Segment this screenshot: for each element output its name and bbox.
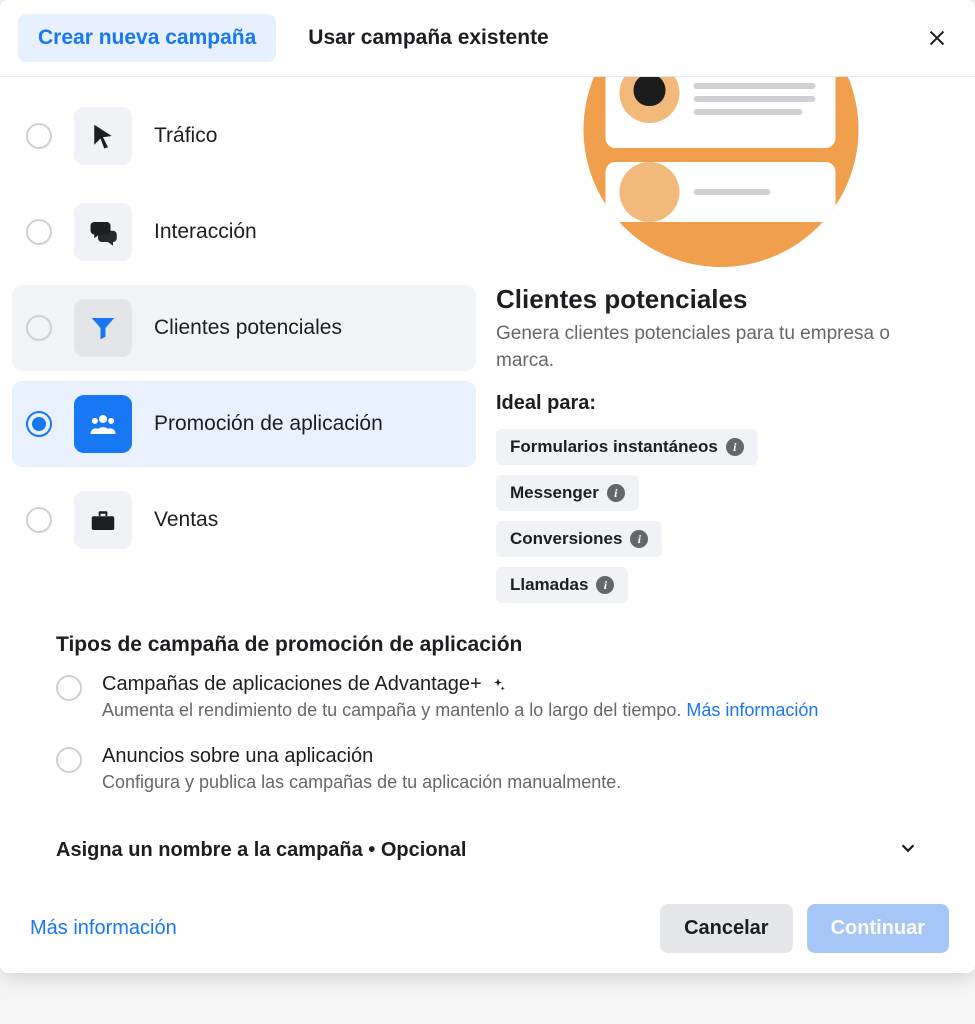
chip-messenger: Messenger i [496, 475, 639, 511]
detail-description: Genera clientes potenciales para tu empr… [496, 321, 945, 374]
objective-icon-box [74, 491, 132, 549]
campaign-types-section: Tipos de campaña de promoción de aplicac… [0, 603, 975, 827]
create-campaign-modal: Crear nueva campaña Usar campaña existen… [0, 0, 975, 973]
chip-label: Conversiones [510, 529, 622, 549]
info-icon[interactable]: i [726, 438, 744, 456]
radio-input[interactable] [26, 315, 52, 341]
objective-detail-panel: Clientes potenciales Genera clientes pot… [480, 77, 975, 603]
objective-label: Ventas [154, 508, 218, 532]
option-manual-app-ads[interactable]: Anuncios sobre una aplicación Configura … [56, 745, 919, 793]
option-description: Aumenta el rendimiento de tu campaña y m… [102, 700, 919, 721]
briefcase-icon [88, 505, 118, 535]
radio-input[interactable] [26, 507, 52, 533]
objective-leads[interactable]: Clientes potenciales [12, 285, 476, 371]
info-icon[interactable]: i [596, 576, 614, 594]
chip-conversions: Conversiones i [496, 521, 662, 557]
learn-more-link[interactable]: Más información [686, 700, 818, 720]
objective-label: Tráfico [154, 124, 217, 148]
objective-list: Tráfico Interacción Clientes potenciales [0, 77, 480, 603]
radio-input[interactable] [26, 123, 52, 149]
section-title: Tipos de campaña de promoción de aplicac… [56, 633, 919, 657]
radio-input[interactable] [56, 747, 82, 773]
objective-traffic[interactable]: Tráfico [12, 93, 476, 179]
radio-input[interactable] [56, 675, 82, 701]
chip-calls: Llamadas i [496, 567, 628, 603]
continue-button[interactable]: Continuar [807, 904, 949, 953]
sparkle-icon [490, 677, 506, 693]
option-title: Campañas de aplicaciones de Advantage+ [102, 673, 919, 696]
tab-create-new-campaign[interactable]: Crear nueva campaña [18, 14, 276, 62]
cursor-icon [88, 121, 118, 151]
option-title: Anuncios sobre una aplicación [102, 745, 919, 768]
objective-label: Clientes potenciales [154, 316, 342, 340]
assign-name-title: Asigna un nombre a la campaña • Opcional [56, 839, 466, 862]
chip-label: Messenger [510, 483, 599, 503]
option-title-text: Campañas de aplicaciones de Advantage+ [102, 673, 482, 696]
modal-footer: Más información Cancelar Continuar [0, 888, 975, 973]
chevron-down-icon [897, 837, 919, 864]
detail-illustration [581, 77, 861, 272]
radio-input[interactable] [26, 219, 52, 245]
close-button[interactable] [917, 18, 957, 58]
detail-title: Clientes potenciales [496, 284, 945, 315]
objective-icon-box [74, 299, 132, 357]
objective-engagement[interactable]: Interacción [12, 189, 476, 275]
objective-sales[interactable]: Ventas [12, 477, 476, 563]
chat-bubbles-icon [88, 217, 118, 247]
assign-name-row[interactable]: Asigna un nombre a la campaña • Opcional [0, 827, 975, 888]
chip-instant-forms: Formularios instantáneos i [496, 429, 758, 465]
chip-label: Llamadas [510, 575, 588, 595]
people-group-icon [88, 409, 118, 439]
funnel-icon [88, 313, 118, 343]
radio-input[interactable] [26, 411, 52, 437]
objective-label: Interacción [154, 220, 257, 244]
option-advantage-plus[interactable]: Campañas de aplicaciones de Advantage+ A… [56, 673, 919, 721]
ideal-for-heading: Ideal para: [496, 392, 945, 415]
modal-content: Tráfico Interacción Clientes potenciales [0, 77, 975, 603]
option-description-text: Aumenta el rendimiento de tu campaña y m… [102, 700, 686, 720]
objective-icon-box [74, 203, 132, 261]
chip-label: Formularios instantáneos [510, 437, 718, 457]
cancel-button[interactable]: Cancelar [660, 904, 793, 953]
footer-more-info-link[interactable]: Más información [30, 917, 177, 940]
tab-use-existing-campaign[interactable]: Usar campaña existente [288, 14, 568, 62]
close-icon [926, 27, 948, 49]
ideal-for-chips: Formularios instantáneos i Messenger i C… [496, 429, 945, 603]
objective-icon-box [74, 395, 132, 453]
objective-app-promotion[interactable]: Promoción de aplicación [12, 381, 476, 467]
modal-header: Crear nueva campaña Usar campaña existen… [0, 0, 975, 77]
objective-icon-box [74, 107, 132, 165]
option-description: Configura y publica las campañas de tu a… [102, 772, 919, 793]
info-icon[interactable]: i [607, 484, 625, 502]
objective-label: Promoción de aplicación [154, 412, 383, 436]
info-icon[interactable]: i [630, 530, 648, 548]
